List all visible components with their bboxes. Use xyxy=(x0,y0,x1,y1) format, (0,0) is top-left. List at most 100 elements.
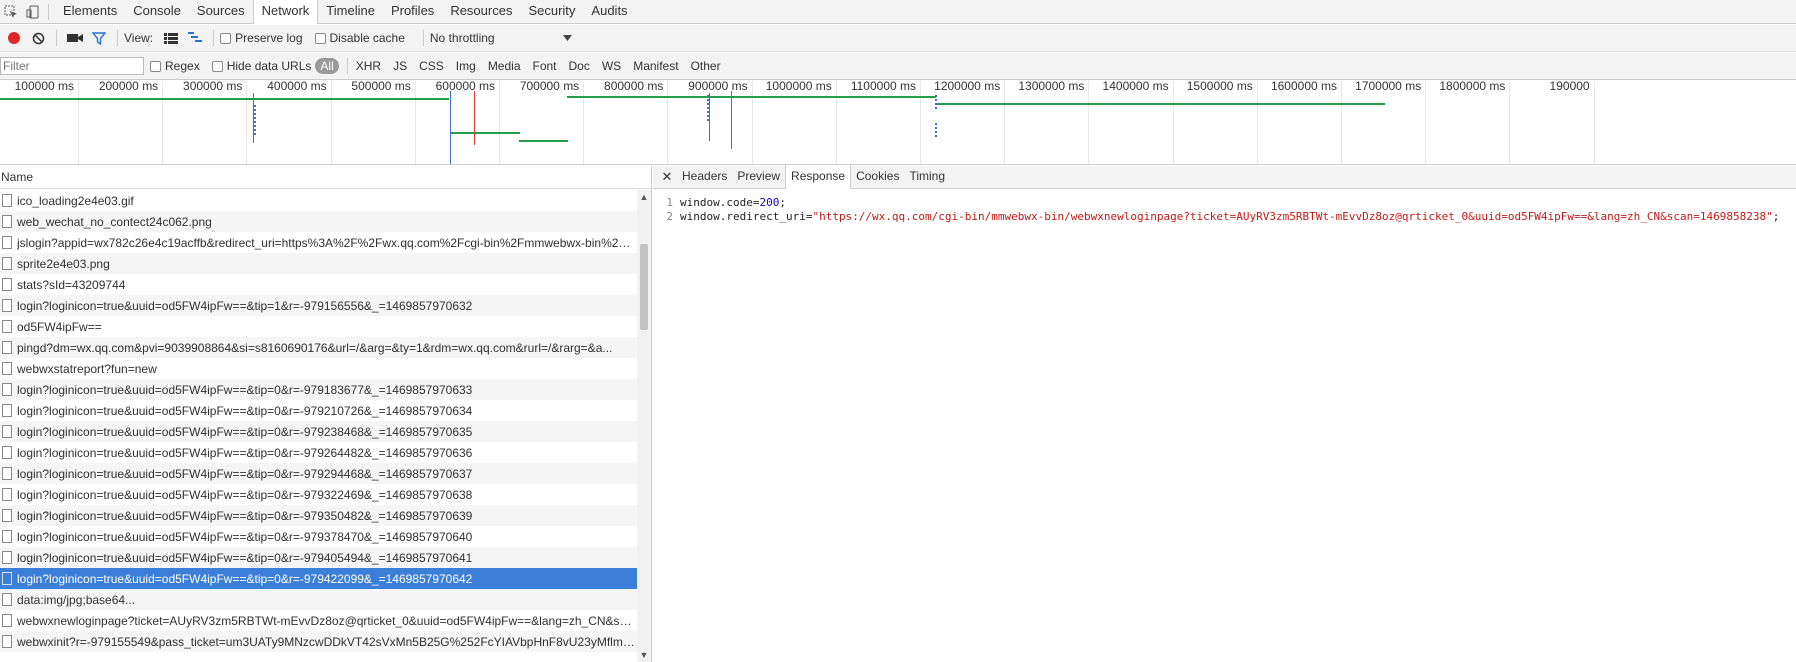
filter-type-font[interactable]: Font xyxy=(533,59,557,73)
file-icon xyxy=(2,614,12,627)
filter-type-manifest[interactable]: Manifest xyxy=(633,59,678,73)
filter-type-img[interactable]: Img xyxy=(456,59,476,73)
regex-checkbox[interactable]: Regex xyxy=(150,59,200,73)
request-row[interactable]: webwxinit?r=-979155549&pass_ticket=um3UA… xyxy=(0,631,637,652)
request-row[interactable]: login?loginicon=true&uuid=od5FW4ipFw==&t… xyxy=(0,421,637,442)
resource-type-filters: XHR JS CSS Img Media Font Doc WS Manifest Other xyxy=(356,59,733,73)
name-column-header[interactable]: Name xyxy=(0,166,651,189)
waterfall-bar xyxy=(567,96,936,98)
filter-type-xhr[interactable]: XHR xyxy=(356,59,381,73)
overview-icon xyxy=(188,32,203,42)
file-icon xyxy=(2,236,12,249)
request-row[interactable]: webwxnewloginpage?ticket=AUyRV3zm5RBTWt-… xyxy=(0,610,637,631)
file-icon xyxy=(2,215,12,228)
filter-type-media[interactable]: Media xyxy=(488,59,521,73)
tab-elements[interactable]: Elements xyxy=(55,0,125,23)
filter-all[interactable]: All xyxy=(315,58,339,74)
throttling-select[interactable]: No throttling xyxy=(430,31,572,45)
request-row[interactable]: jslogin?appid=wx782c26e4c19acffb&redirec… xyxy=(0,232,637,253)
large-rows-icon xyxy=(164,32,179,44)
throttling-value: No throttling xyxy=(429,31,495,45)
request-row[interactable]: od5FW4ipFw== xyxy=(0,316,637,337)
capture-screenshots-button[interactable] xyxy=(63,26,87,50)
scroll-up-button[interactable]: ▲ xyxy=(637,190,651,204)
scrollbar-thumb[interactable] xyxy=(640,244,648,330)
filter-toggle-button[interactable] xyxy=(87,26,111,50)
checkbox-box xyxy=(211,60,223,72)
overview-tick-label: 1500000 ms xyxy=(1186,81,1253,93)
waterfall-marker-line xyxy=(450,91,451,164)
overview-gridline xyxy=(499,81,500,164)
inspect-icon[interactable] xyxy=(0,1,22,23)
filter-input[interactable] xyxy=(0,57,144,75)
request-row[interactable]: data:img/jpg;base64... xyxy=(0,589,637,610)
request-row[interactable]: login?loginicon=true&uuid=od5FW4ipFw==&t… xyxy=(0,400,637,421)
request-row[interactable]: login?loginicon=true&uuid=od5FW4ipFw==&t… xyxy=(0,484,637,505)
code-value: "https://wx.qq.com/cgi-bin/mmwebwx-bin/w… xyxy=(812,210,1773,223)
disable-cache-checkbox[interactable]: Disable cache xyxy=(314,31,405,45)
file-icon xyxy=(2,320,12,333)
network-overview[interactable]: 100000 ms 200000 ms 300000 ms 400000 ms 5000… xyxy=(0,81,1796,165)
code-value: 200 xyxy=(759,196,780,209)
filter-type-doc[interactable]: Doc xyxy=(569,59,590,73)
tab-console[interactable]: Console xyxy=(125,0,189,23)
file-icon xyxy=(2,488,12,501)
dropdown-arrow-icon xyxy=(562,35,572,41)
tab-resources[interactable]: Resources xyxy=(442,0,520,23)
tab-sources[interactable]: Sources xyxy=(189,0,253,23)
code-line: 1 window.code=200; xyxy=(653,196,1796,210)
request-row[interactable]: login?loginicon=true&uuid=od5FW4ipFw==&t… xyxy=(0,568,637,589)
request-row[interactable]: login?loginicon=true&uuid=od5FW4ipFw==&t… xyxy=(0,442,637,463)
tab-network[interactable]: Network xyxy=(252,0,319,24)
code-prefix: window.code= xyxy=(680,196,760,209)
request-row[interactable]: web_wechat_no_contect24c062.png xyxy=(0,211,637,232)
request-row[interactable]: ico_loading2e4e03.gif xyxy=(0,190,637,211)
tab-security[interactable]: Security xyxy=(520,0,583,23)
filter-type-other[interactable]: Other xyxy=(691,59,721,73)
tab-audits[interactable]: Audits xyxy=(583,0,635,23)
request-row[interactable]: login?loginicon=true&uuid=od5FW4ipFw==&t… xyxy=(0,505,637,526)
camera-icon xyxy=(67,34,83,42)
tab-profiles[interactable]: Profiles xyxy=(383,0,442,23)
request-row[interactable]: sprite2e4e03.png xyxy=(0,253,637,274)
request-row[interactable]: stats?sId=43209744 xyxy=(0,274,637,295)
divider xyxy=(56,30,57,46)
devtools-tabbar: Elements Console Sources Network Timeline Pro… xyxy=(0,0,1796,24)
filter-type-js[interactable]: JS xyxy=(393,59,407,73)
detail-tab-headers[interactable]: Headers xyxy=(677,165,732,188)
record-button[interactable] xyxy=(2,26,26,50)
close-icon[interactable]: ✕ xyxy=(657,169,677,185)
request-row[interactable]: login?loginicon=true&uuid=od5FW4ipFw==&t… xyxy=(0,295,637,316)
request-row[interactable]: login?loginicon=true&uuid=od5FW4ipFw==&t… xyxy=(0,547,637,568)
filter-type-ws[interactable]: WS xyxy=(602,59,621,73)
detail-tab-response[interactable]: Response xyxy=(785,165,852,189)
overview-gridline xyxy=(751,81,753,164)
detail-tab-timing[interactable]: Timing xyxy=(904,165,950,188)
request-row[interactable]: login?loginicon=true&uuid=od5FW4ipFw==&t… xyxy=(0,379,637,400)
request-row[interactable]: login?loginicon=true&uuid=od5FW4ipFw==&t… xyxy=(0,526,637,547)
response-body[interactable]: 1 window.code=200; 2 window.redirect_uri="h… xyxy=(653,196,1796,224)
detail-tab-cookies[interactable]: Cookies xyxy=(851,165,904,188)
clear-button[interactable] xyxy=(26,26,50,50)
request-row[interactable]: login?loginicon=true&uuid=od5FW4ipFw==&t… xyxy=(0,463,637,484)
hide-data-urls-checkbox[interactable]: Hide data URLs xyxy=(211,59,311,73)
code-suffix: ; xyxy=(779,196,786,209)
large-rows-button[interactable] xyxy=(159,26,183,50)
overview-gridline xyxy=(667,81,669,164)
detail-tab-preview[interactable]: Preview xyxy=(732,165,785,188)
tab-timeline[interactable]: Timeline xyxy=(318,0,383,23)
network-toolbar: View: Preserve log Disable cache No thro… xyxy=(0,25,1796,52)
divider xyxy=(48,3,49,20)
request-row[interactable]: pingd?dm=wx.qq.com&pvi=9039908864&si=s81… xyxy=(0,337,637,358)
filter-type-css[interactable]: CSS xyxy=(419,59,444,73)
file-icon xyxy=(2,362,12,375)
device-icon[interactable] xyxy=(22,1,44,23)
scroll-down-button[interactable]: ▼ xyxy=(637,648,651,662)
list-scrollbar[interactable]: ▲ ▼ xyxy=(637,190,651,662)
overview-tick-label: 700000 ms xyxy=(519,81,580,93)
request-name: login?loginicon=true&uuid=od5FW4ipFw==&t… xyxy=(17,466,473,481)
request-name: web_wechat_no_contect24c062.png xyxy=(17,214,212,229)
preserve-log-checkbox[interactable]: Preserve log xyxy=(220,31,303,45)
overview-toggle-button[interactable] xyxy=(183,26,207,50)
request-row[interactable]: webwxstatreport?fun=new xyxy=(0,358,637,379)
